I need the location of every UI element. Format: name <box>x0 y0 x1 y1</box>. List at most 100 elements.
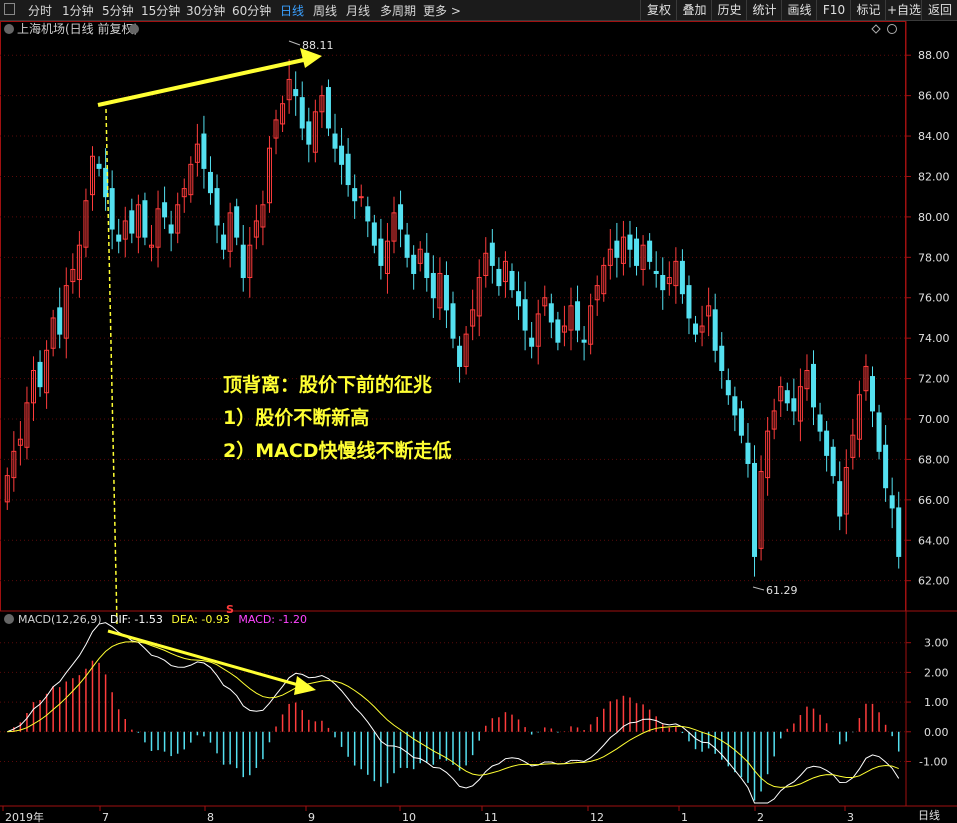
candle <box>778 376 784 417</box>
date-tick-label: 9 <box>308 811 315 823</box>
main-chart-area[interactable]: 88.0086.0084.0082.0080.0078.0076.0074.00… <box>0 21 957 823</box>
toolbar-button-2[interactable]: 历史 <box>711 0 747 20</box>
candle <box>188 156 194 203</box>
candle <box>594 275 600 316</box>
date-tick-label: 1 <box>681 811 688 823</box>
price-tick-label: 64.00 <box>918 534 950 547</box>
candle <box>568 287 574 351</box>
toolbar-button-6[interactable]: 标记 <box>850 0 886 20</box>
candle <box>89 146 95 211</box>
price-tick-label: 84.00 <box>918 130 950 143</box>
candle <box>384 222 390 294</box>
svg-text:MACD(12,26,9) DIF: -1.53: MACD(12,26,9) DIF: -1.53 DEA: -0.93 MACD… <box>18 613 307 626</box>
date-tick-label: 8 <box>207 811 214 823</box>
toolbar-button-1[interactable]: 叠加 <box>676 0 712 20</box>
period-tab-4[interactable]: 30分钟 <box>186 2 225 19</box>
candle <box>824 421 830 472</box>
candle <box>797 368 803 442</box>
period-tab-2[interactable]: 5分钟 <box>102 2 134 19</box>
candle <box>201 115 207 189</box>
candle <box>253 204 259 250</box>
candle <box>129 198 135 244</box>
date-tick-label: 7 <box>102 811 109 823</box>
candle <box>312 99 318 163</box>
candle <box>883 425 889 502</box>
candle <box>830 439 836 484</box>
title-collapse-icon[interactable] <box>4 24 14 34</box>
period-tab-9[interactable]: 多周期 <box>380 2 416 19</box>
price-tick-label: 82.00 <box>918 170 950 183</box>
candle <box>325 79 331 137</box>
candle <box>286 59 292 114</box>
settings-icon[interactable] <box>887 24 897 34</box>
candle <box>398 190 404 248</box>
title-dropdown-icon[interactable] <box>129 24 139 34</box>
candle <box>17 421 23 466</box>
candle <box>627 220 633 268</box>
period-tab-5[interactable]: 60分钟 <box>232 2 271 19</box>
candle <box>509 263 515 298</box>
period-tab-8[interactable]: 月线 <box>346 2 370 19</box>
candle <box>76 231 82 298</box>
divergence-connector-line <box>105 108 118 626</box>
candle <box>391 196 397 254</box>
candle <box>83 188 89 258</box>
diamond-icon[interactable] <box>871 24 881 34</box>
period-tab-6[interactable]: 日线 <box>280 2 304 19</box>
candle <box>561 305 567 347</box>
chart-title: 上海机场(日线 前复权) <box>17 21 138 36</box>
candle <box>247 227 253 298</box>
price-tick-label: 88.00 <box>918 49 950 62</box>
toolbar-button-8[interactable]: 返回 <box>921 0 957 20</box>
toolbar-button-0[interactable]: 复权 <box>640 0 677 20</box>
candle <box>745 423 751 478</box>
candle <box>522 281 528 351</box>
candle <box>181 178 187 213</box>
candle <box>502 251 508 298</box>
low-marker-line <box>752 586 765 591</box>
macd-tick-label: 1.00 <box>924 696 949 709</box>
toolbar-button-3[interactable]: 统计 <box>746 0 782 20</box>
toolbar-button-5[interactable]: F10 <box>816 0 851 20</box>
candle <box>542 285 548 316</box>
price-tick-label: 86.00 <box>918 90 950 103</box>
macd-collapse-icon[interactable] <box>4 614 14 624</box>
candle <box>548 293 554 339</box>
candle <box>732 386 738 432</box>
date-tick-label: 11 <box>484 811 498 823</box>
annotation-line-2: 1）股价不断新高 <box>223 407 370 429</box>
candle <box>660 257 666 310</box>
candle <box>4 467 10 510</box>
candle <box>352 174 358 219</box>
period-tab-1[interactable]: 1分钟 <box>62 2 94 19</box>
candle <box>765 416 771 496</box>
period-tab-10[interactable]: 更多 > <box>423 2 461 19</box>
period-tab-7[interactable]: 周线 <box>313 2 337 19</box>
candle <box>155 190 161 268</box>
toolbar-button-4[interactable]: 画线 <box>781 0 817 20</box>
candle <box>620 220 626 276</box>
candle <box>758 455 764 561</box>
candle <box>142 192 148 246</box>
candle <box>653 251 659 288</box>
candle <box>673 247 679 304</box>
candle <box>221 222 227 260</box>
candle <box>850 419 856 470</box>
candle <box>804 354 810 401</box>
candle <box>175 192 181 244</box>
candle <box>443 261 449 329</box>
period-tab-3[interactable]: 15分钟 <box>141 2 180 19</box>
candle <box>784 382 790 411</box>
candle <box>24 386 30 460</box>
candle <box>791 378 797 426</box>
low-price-label: 61.29 <box>766 584 798 597</box>
candle <box>162 186 168 230</box>
candle <box>575 285 581 343</box>
candle <box>640 235 646 286</box>
candle <box>371 214 377 254</box>
candle <box>712 293 718 363</box>
candle <box>96 156 102 177</box>
candle <box>70 253 76 294</box>
period-tab-0[interactable]: 分时 <box>28 2 52 19</box>
toolbar-button-7[interactable]: +自选 <box>885 0 922 20</box>
